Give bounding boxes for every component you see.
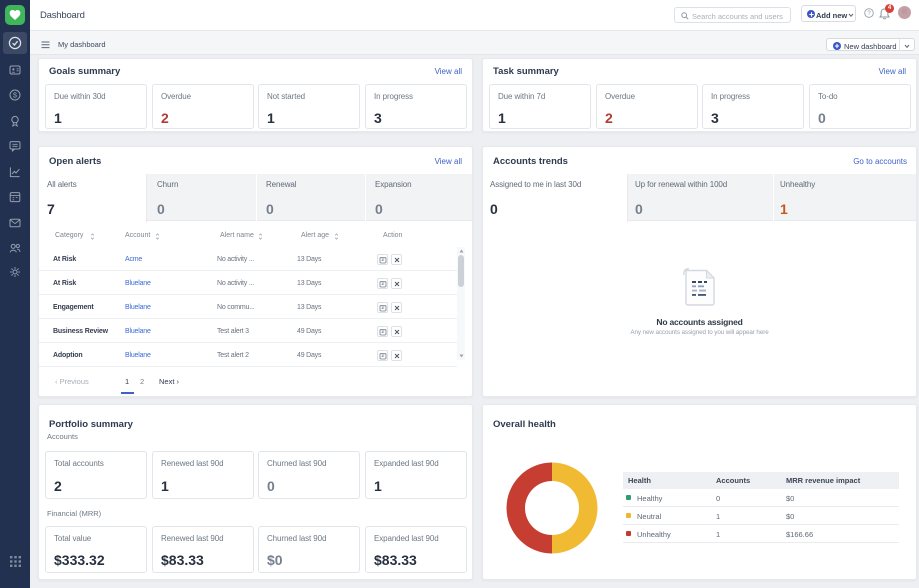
svg-text:$: $ bbox=[13, 91, 18, 100]
svg-text:?: ? bbox=[867, 11, 871, 17]
